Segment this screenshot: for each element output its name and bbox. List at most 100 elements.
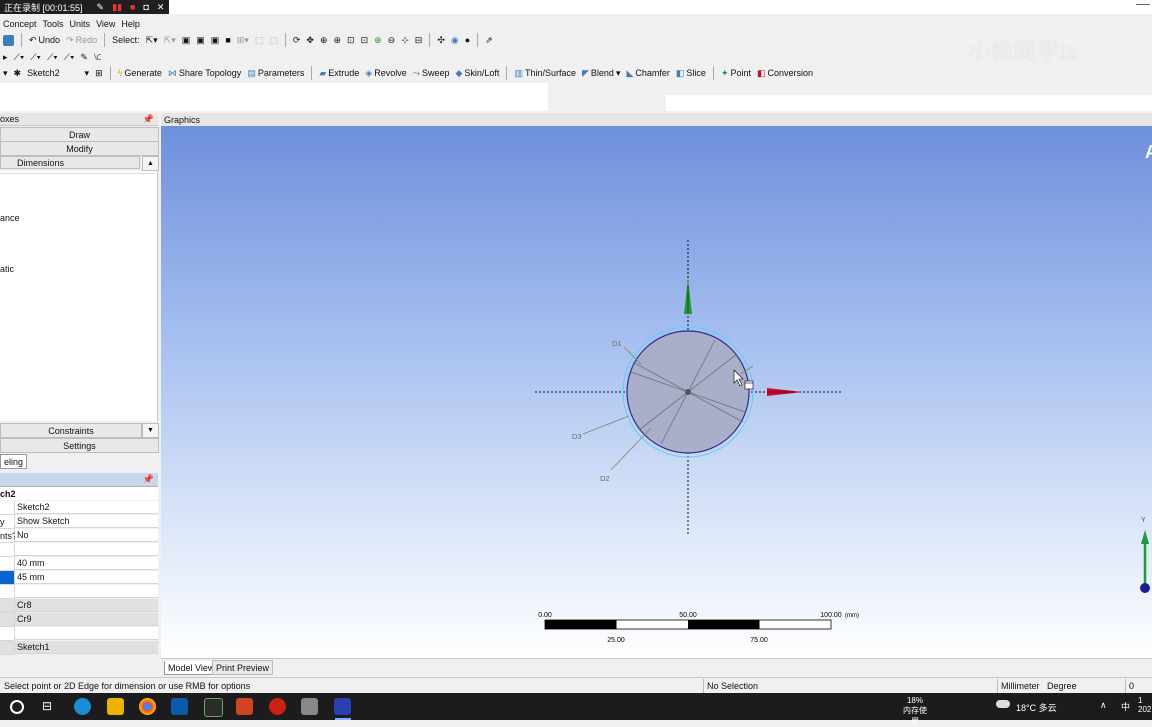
select-edge-icon[interactable]: ▣ xyxy=(193,32,208,48)
plane-from-face-icon[interactable]: ⟋▾ xyxy=(44,49,61,65)
triad-icon[interactable]: ⊹ xyxy=(398,32,412,48)
dimension-label-d2[interactable]: D2 xyxy=(600,474,610,483)
memory-widget[interactable]: 18% 内存使用 xyxy=(900,696,930,727)
dimension-label-d3[interactable]: D3 xyxy=(572,432,582,441)
zoom-icon[interactable]: ⊕ xyxy=(317,32,331,48)
menu-view[interactable]: View xyxy=(93,16,118,32)
search-icon[interactable] xyxy=(10,700,24,714)
pin-icon[interactable]: 📌 xyxy=(143,114,154,125)
new-sketch-button-icon[interactable]: ✱ xyxy=(11,65,25,81)
redo-button[interactable]: ↷ Redo xyxy=(63,32,100,48)
menu-concept[interactable]: Concept xyxy=(0,16,40,32)
edge-icon[interactable] xyxy=(74,698,91,715)
ime-indicator[interactable]: 中 xyxy=(1121,700,1130,713)
sketch-select[interactable]: Sketch2 ▾ xyxy=(24,65,92,81)
toolbox-settings[interactable]: Settings xyxy=(0,438,159,453)
section-icon[interactable]: ✣ xyxy=(434,32,448,48)
plane-option-icon[interactable]: ⟋▾ xyxy=(61,49,78,65)
length-unit[interactable]: Millimeter xyxy=(1001,681,1040,691)
new-sketch-icon[interactable]: ⟋▾ xyxy=(27,49,44,65)
extrude-button[interactable]: ▰ Extrude xyxy=(316,65,362,81)
details-row-value[interactable]: No xyxy=(15,529,158,542)
details-row-value[interactable]: Show Sketch xyxy=(15,515,158,528)
toolbox-dimensions[interactable]: Dimensions xyxy=(0,156,140,169)
new-plane-icon[interactable]: ⟋▾ xyxy=(11,49,28,65)
slice-button[interactable]: ◧ Slice xyxy=(673,65,709,81)
chamfer-button[interactable]: ◣ Chamfer xyxy=(623,65,672,81)
tab-print-preview[interactable]: Print Preview xyxy=(212,660,274,675)
display-icon[interactable]: ◉ xyxy=(448,32,462,48)
dimension-tool-semi-automatic[interactable]: atic xyxy=(0,264,14,274)
undo-button[interactable]: ↶ Undo xyxy=(26,32,63,48)
dimension-tool-distance[interactable]: ance xyxy=(0,213,20,223)
named-selection-icon[interactable]: ⇗ xyxy=(482,32,496,48)
sweep-button[interactable]: ⤳ Sweep xyxy=(410,65,453,81)
pause-icon[interactable]: ▮▮ xyxy=(112,2,122,13)
thin-surface-button[interactable]: ▥ Thin/Surface xyxy=(511,65,579,81)
tray-arrow-icon[interactable]: ∧ xyxy=(1100,700,1107,711)
details-row-value[interactable] xyxy=(15,543,158,556)
tab-model-view[interactable]: Model View xyxy=(164,661,219,675)
parameters-button[interactable]: ▤ Parameters xyxy=(244,65,307,81)
scroll-up-icon[interactable]: ▲ xyxy=(142,156,159,171)
skin-loft-button[interactable]: ◆ Skin/Loft xyxy=(452,65,502,81)
share-topology-button[interactable]: ⋈ Share Topology xyxy=(165,65,244,81)
rotate-icon[interactable]: ⟳ xyxy=(290,32,304,48)
look-at-plane-icon[interactable]: ✎ xyxy=(77,49,91,65)
sketch-plane-icon[interactable]: ⟈ xyxy=(91,49,105,65)
toolbox-modify[interactable]: Modify xyxy=(0,141,159,156)
scroll-down-icon[interactable]: ▼ xyxy=(142,423,159,438)
zoom-green-icon[interactable]: ⊕ xyxy=(371,32,385,48)
select-point-icon[interactable]: ▣ xyxy=(179,32,194,48)
toolbox-draw[interactable]: Draw xyxy=(0,127,159,142)
wb-icon[interactable] xyxy=(301,698,318,715)
extend-icon[interactable]: ⊞▾ xyxy=(234,32,252,48)
details-row-value[interactable]: Cr8 xyxy=(15,599,158,612)
details-row-value[interactable]: Sketch2 xyxy=(15,501,158,514)
angle-unit[interactable]: Degree xyxy=(1047,681,1077,691)
select-mode-icon[interactable]: ⇱▾ xyxy=(143,32,161,48)
close-recording-icon[interactable]: ✕ xyxy=(157,2,165,13)
zoom-fit-icon[interactable]: ⊡ xyxy=(358,32,372,48)
save-icon[interactable] xyxy=(0,32,17,48)
pen-icon[interactable]: ✎ xyxy=(97,2,105,13)
recorder-icon[interactable] xyxy=(269,698,286,715)
paint-select-icon[interactable]: ⬚ xyxy=(266,32,281,48)
chrome-icon[interactable] xyxy=(139,698,156,715)
clock[interactable]: 1 202 xyxy=(1138,696,1151,714)
file-explorer-icon[interactable] xyxy=(107,698,124,715)
conversion-button[interactable]: ◧ Conversion xyxy=(754,65,816,81)
pan-icon[interactable]: ✥ xyxy=(303,32,317,48)
menu-units[interactable]: Units xyxy=(67,16,94,32)
designmodeler-icon[interactable] xyxy=(334,698,351,715)
stop-icon[interactable]: ■ xyxy=(130,2,135,12)
revolve-button[interactable]: ◈ Revolve xyxy=(362,65,409,81)
zoom-box-icon[interactable]: ⊡ xyxy=(344,32,358,48)
workbench-icon[interactable] xyxy=(204,698,223,717)
box-select-icon[interactable]: ⬚ xyxy=(252,32,267,48)
app-icon[interactable] xyxy=(171,698,188,715)
toolbox-constraints[interactable]: Constraints xyxy=(0,423,142,438)
details-row-value[interactable]: Sketch1 xyxy=(15,641,158,654)
details-row-value[interactable]: 40 mm xyxy=(15,557,158,570)
weather-text[interactable]: 18°C 多云 xyxy=(1016,701,1057,714)
generate-button[interactable]: ϟ Generate xyxy=(115,65,165,81)
look-at-icon[interactable]: ⊟ xyxy=(412,32,426,48)
select-filter-icon[interactable]: ⇱▾ xyxy=(161,32,179,48)
camera-icon[interactable]: ◘ xyxy=(143,2,148,12)
zoom-out-icon[interactable]: ⊖ xyxy=(385,32,399,48)
sketch-list-icon[interactable]: ⊞ xyxy=(92,65,106,81)
minimize-icon[interactable] xyxy=(1136,4,1150,5)
menu-help[interactable]: Help xyxy=(118,16,143,32)
point-button[interactable]: ✦ Point xyxy=(718,65,754,81)
details-row-value[interactable] xyxy=(15,627,158,640)
details-row-value[interactable]: Cr9 xyxy=(15,613,158,626)
select-face-icon[interactable]: ▣ xyxy=(208,32,223,48)
graphics-viewport[interactable]: D1 D3 D2 0.00 50.00 100.00 (mm) 25.00 75… xyxy=(161,126,1152,658)
select-body-icon[interactable]: ■ xyxy=(222,32,233,48)
arrow-icon[interactable]: ▸ xyxy=(0,49,11,65)
dot-icon[interactable]: ● xyxy=(462,32,473,48)
sketch-canvas[interactable]: D1 D3 D2 0.00 50.00 100.00 (mm) 25.00 75… xyxy=(161,126,1152,658)
dimension-label-d1[interactable]: D1 xyxy=(612,339,622,348)
blend-button[interactable]: ◤ Blend ▾ xyxy=(579,65,623,81)
